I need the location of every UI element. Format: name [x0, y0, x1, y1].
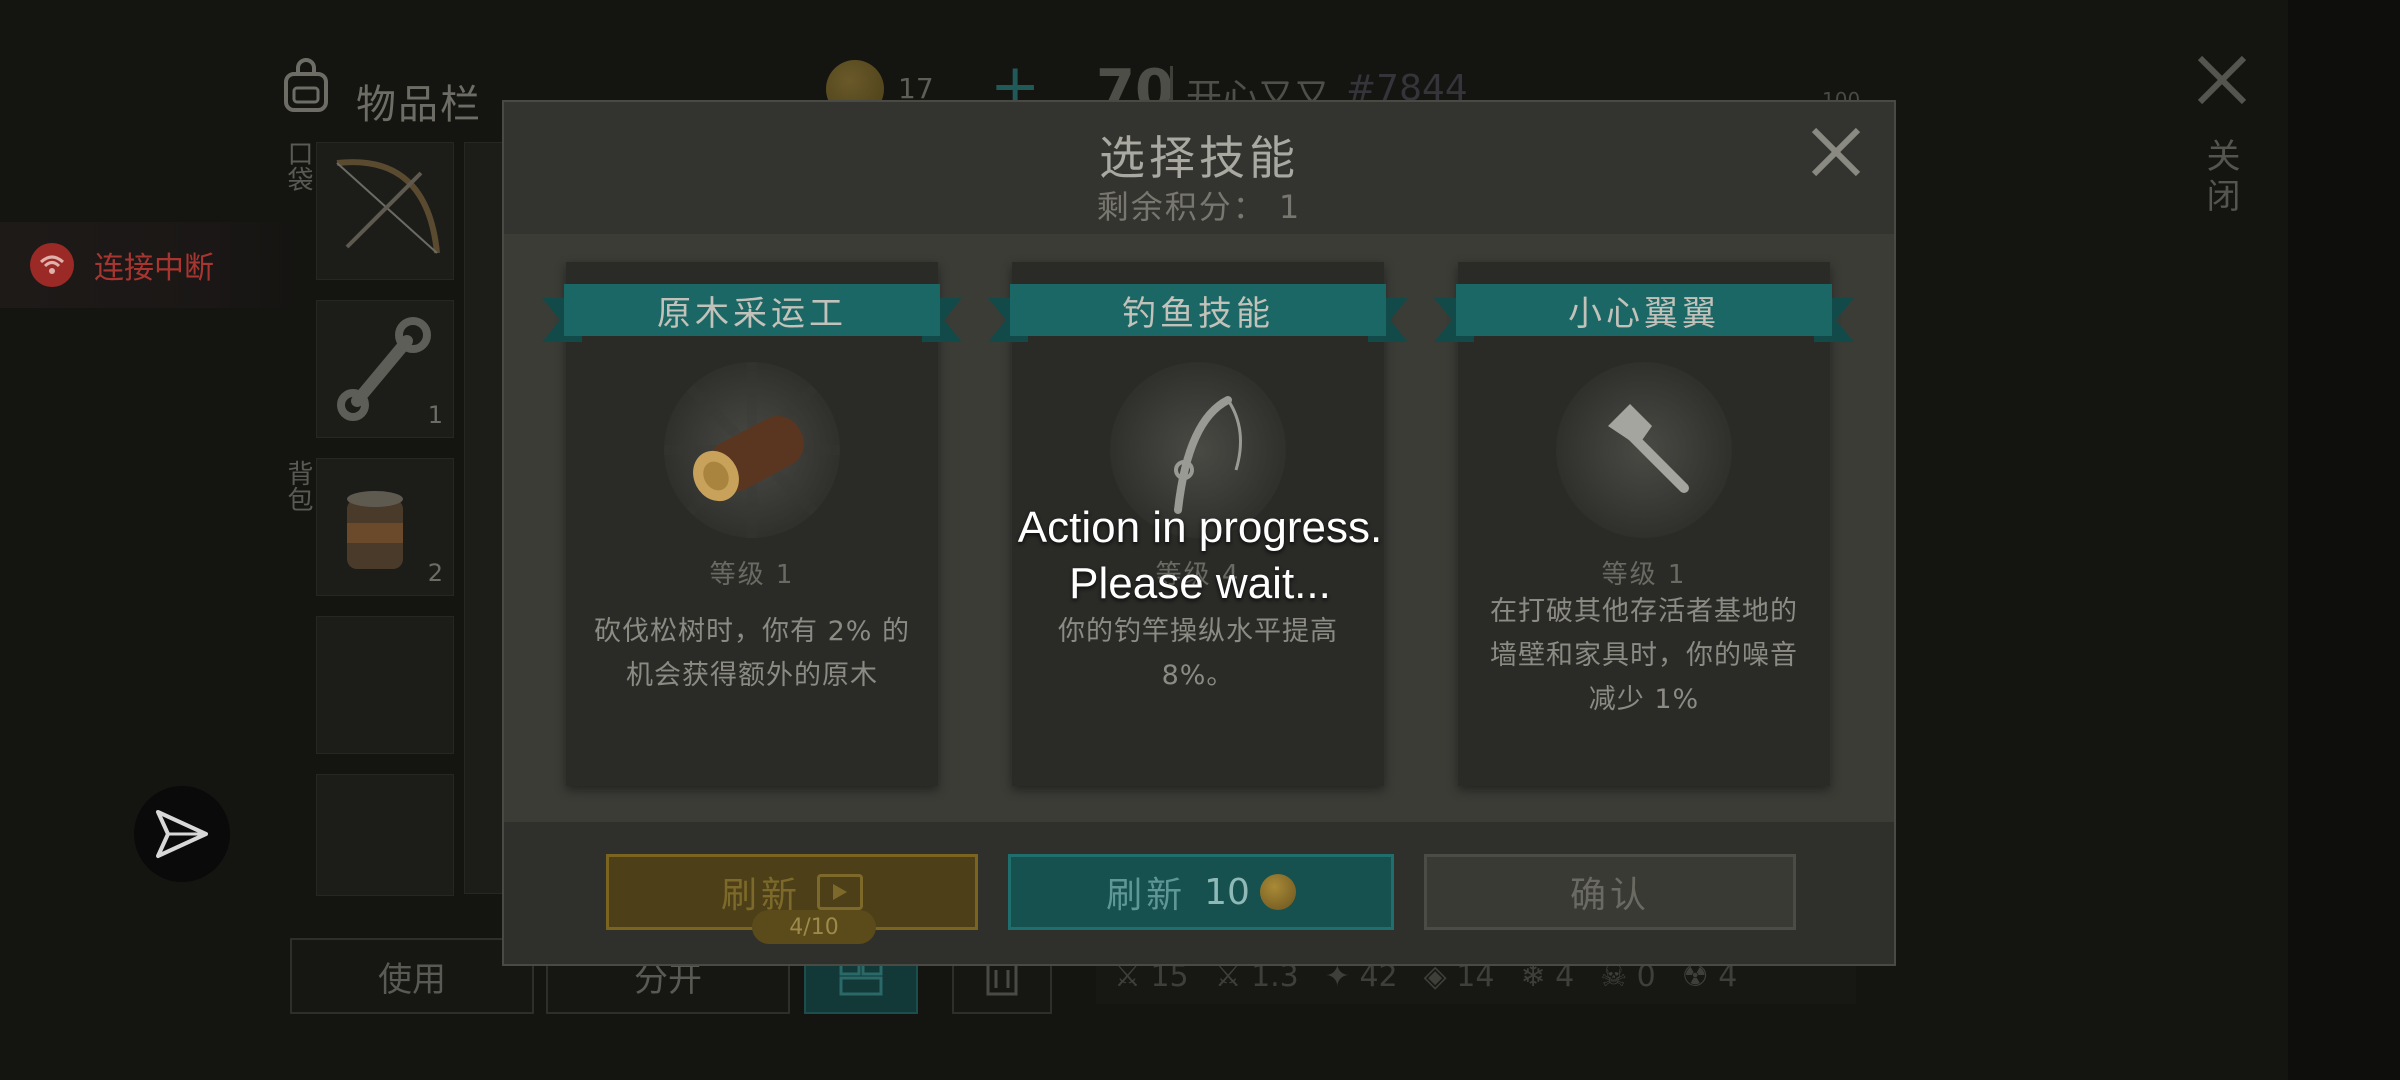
- modal-header: 选择技能 剩余积分： 1: [504, 102, 1894, 234]
- skill-ribbon: 钓鱼技能: [988, 284, 1408, 342]
- skill-name: 钓鱼技能: [1010, 284, 1386, 336]
- skill-card[interactable]: 原木采运工 等级 1 砍伐松树时，你有 2% 的机会获得额外的原木: [542, 262, 962, 786]
- connection-status: 连接中断: [0, 222, 300, 308]
- inventory-slot[interactable]: [316, 616, 454, 754]
- modal-title: 选择技能: [1099, 131, 1299, 185]
- video-play-icon: [817, 874, 863, 910]
- toast-line-1: Action in progress.: [1017, 503, 1383, 552]
- skill-description: 砍伐松树时，你有 2% 的机会获得额外的原木: [594, 616, 910, 691]
- backpack-icon: [284, 58, 328, 112]
- slot-count: 1: [427, 401, 443, 429]
- send-button[interactable]: [134, 786, 230, 882]
- inventory-slot[interactable]: [316, 142, 454, 280]
- inventory-slot[interactable]: [464, 142, 506, 894]
- right-strip: [2288, 0, 2400, 1080]
- inventory-title: 物品栏: [356, 82, 482, 128]
- refresh-cost: 10: [1204, 871, 1250, 913]
- slot-count: 2: [427, 559, 443, 587]
- refresh-coin-label: 刷新: [1106, 875, 1187, 916]
- skill-name: 原木采运工: [564, 284, 940, 336]
- remaining-points: 剩余积分： 1: [1096, 188, 1302, 226]
- close-icon[interactable]: [1808, 124, 1864, 180]
- skill-description: 你的钓竿操纵水平提高 8%。: [1058, 616, 1338, 691]
- wifi-icon: [30, 243, 74, 287]
- toast-line-2: Please wait...: [1069, 559, 1331, 608]
- confirm-button[interactable]: 确认: [1424, 854, 1796, 930]
- backpack-label: 背包: [283, 460, 313, 512]
- axe-icon: [1556, 362, 1732, 538]
- refresh-count-badge: 4/10: [752, 910, 876, 944]
- skill-level: 等级 1: [1601, 560, 1687, 590]
- close-icon[interactable]: [2186, 44, 2258, 116]
- coin-count: 17: [898, 72, 934, 105]
- close-label[interactable]: 关闭: [2196, 138, 2245, 218]
- inventory-slot[interactable]: 1: [316, 300, 454, 438]
- bow-icon: [336, 159, 440, 254]
- pocket-label: 口袋: [283, 140, 313, 192]
- inventory-slot[interactable]: 2: [316, 458, 454, 596]
- coin-icon: [1259, 874, 1296, 910]
- use-button[interactable]: 使用: [290, 938, 534, 1014]
- progress-toast: Action in progress. Please wait...: [1000, 500, 1400, 612]
- connection-status-text: 连接中断: [94, 251, 214, 286]
- skill-ribbon: 原木采运工: [542, 284, 962, 342]
- remaining-points-value: 1: [1278, 188, 1302, 226]
- skill-ribbon: 小心翼翼: [1434, 284, 1854, 342]
- inventory-slot[interactable]: [316, 774, 454, 896]
- refresh-coin-button[interactable]: 刷新 10: [1008, 854, 1394, 930]
- skill-level: 等级 1: [709, 560, 795, 590]
- skill-name: 小心翼翼: [1456, 284, 1832, 336]
- skill-card[interactable]: 小心翼翼 等级 1 在打破其他存活者基地的墙壁和家具时，你的噪音减少 1%: [1434, 262, 1854, 786]
- send-icon: [156, 810, 208, 858]
- log-icon: [664, 362, 840, 538]
- skill-description: 在打破其他存活者基地的墙壁和家具时，你的噪音减少 1%: [1490, 596, 1798, 715]
